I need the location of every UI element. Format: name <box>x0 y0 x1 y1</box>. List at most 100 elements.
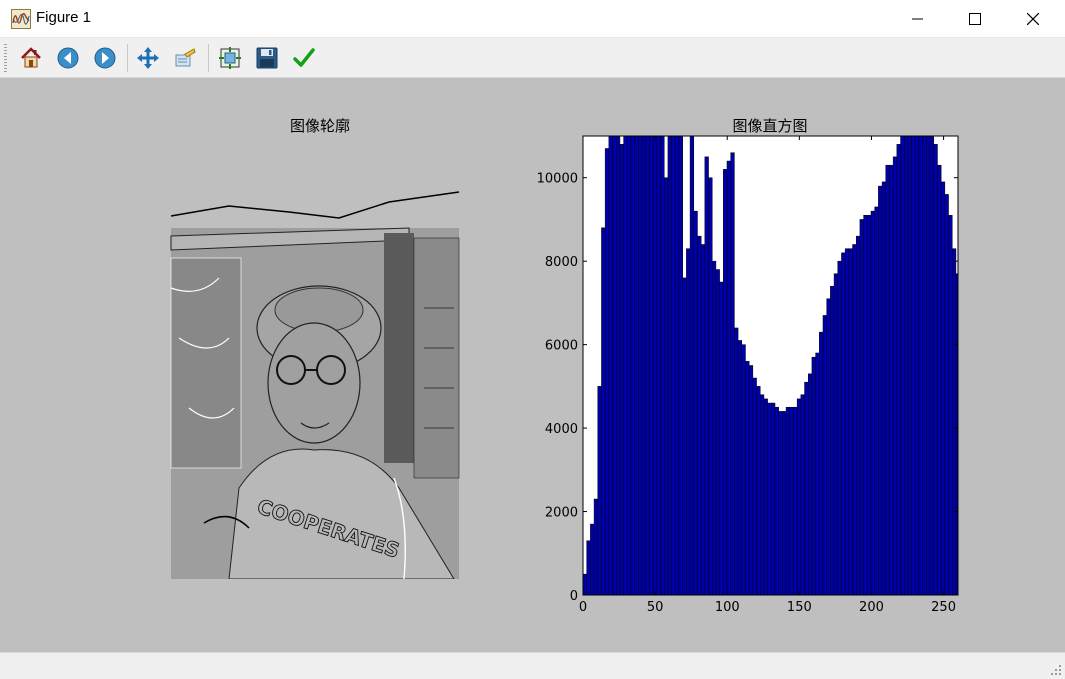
navigation-toolbar <box>0 38 1065 78</box>
maximize-icon <box>969 13 981 25</box>
histogram-bar <box>978 303 982 595</box>
close-icon <box>1027 13 1039 25</box>
save-button[interactable] <box>253 44 281 72</box>
toolbar-grip[interactable] <box>4 44 7 72</box>
histogram-bar <box>1019 261 1023 595</box>
histogram-bar <box>911 136 916 595</box>
histogram-bar <box>708 177 713 595</box>
histogram-bar <box>737 340 743 595</box>
histogram-bar <box>889 164 894 595</box>
histogram-bar <box>800 394 805 595</box>
histogram-bar <box>874 206 879 595</box>
back-button[interactable] <box>54 44 82 72</box>
histogram-bar <box>948 215 953 595</box>
histogram-bar <box>819 331 824 595</box>
histogram-bar <box>982 299 986 595</box>
histogram-bar <box>778 411 783 595</box>
histogram-bar <box>782 411 787 595</box>
histogram-bar <box>1026 274 1030 595</box>
pan-button[interactable] <box>134 44 162 72</box>
histogram-bar <box>641 136 647 595</box>
resize-grip-icon[interactable] <box>1050 664 1062 676</box>
histogram-bar <box>719 281 724 595</box>
histogram-bar <box>900 136 905 595</box>
histogram-bar <box>907 136 912 595</box>
histogram-chart[interactable]: 0 50 100 150 200 250 0 2000 4000 6000 8000 10000 <box>0 78 1065 652</box>
histogram-bar <box>726 160 731 595</box>
zoom-button[interactable] <box>171 44 199 72</box>
histogram-bar <box>660 136 665 595</box>
histogram-bar <box>937 164 942 595</box>
histogram-bar <box>811 356 816 595</box>
histogram-bar <box>619 144 624 595</box>
histogram-bar <box>967 303 971 595</box>
histogram-bar <box>1030 282 1034 595</box>
subplots-button[interactable] <box>216 44 244 72</box>
home-button[interactable] <box>17 44 45 72</box>
histogram-bar <box>645 136 650 595</box>
histogram-bar <box>689 136 695 595</box>
histogram-bar <box>656 136 661 595</box>
histogram-bar <box>855 235 861 595</box>
figure-canvas[interactable]: 图像轮廓 COOPERATES 图像直方图 0 50 100 150 200 2… <box>0 78 1065 652</box>
histogram-bar <box>881 181 887 595</box>
histogram-bar <box>989 278 993 595</box>
histogram-bar <box>922 136 927 595</box>
histogram-bar <box>1000 240 1004 595</box>
histogram-bar <box>1048 236 1052 595</box>
move-icon <box>137 47 159 69</box>
histogram-bar <box>929 136 935 595</box>
histogram-bar <box>870 210 875 595</box>
histogram-bar <box>915 136 920 595</box>
histogram-bar <box>634 136 639 595</box>
histogram-bar <box>885 164 890 595</box>
histogram-bar <box>974 311 978 595</box>
histogram-bar <box>1052 228 1056 595</box>
toolbar-separator <box>127 44 128 72</box>
x-tick-label: 150 <box>787 600 812 615</box>
histogram-bar <box>734 327 739 595</box>
close-button[interactable] <box>1004 0 1062 38</box>
y-tick-label: 2000 <box>545 506 578 521</box>
y-tick-label: 0 <box>570 589 578 604</box>
y-tick-label: 8000 <box>545 255 578 270</box>
histogram-bar <box>601 227 606 595</box>
histogram-bar <box>841 252 846 595</box>
histogram-bar <box>997 253 1001 595</box>
histogram-bar <box>771 402 776 595</box>
histogram-bar <box>748 365 754 595</box>
histogram-bar <box>1045 257 1049 595</box>
histogram-bar <box>1011 240 1015 595</box>
histogram-bar <box>903 136 909 595</box>
histogram-bar <box>663 177 669 595</box>
histogram-bar <box>649 136 654 595</box>
checkmark-icon <box>293 48 315 67</box>
histogram-bar <box>593 498 599 595</box>
histogram-bar <box>671 136 676 595</box>
edit-axis-button[interactable] <box>290 44 318 72</box>
home-icon <box>21 47 41 68</box>
histogram-bar <box>1004 240 1008 595</box>
histogram-bar <box>793 406 798 595</box>
forward-button[interactable] <box>91 44 119 72</box>
arrow-left-icon <box>57 47 79 69</box>
histogram-bar <box>697 235 702 595</box>
histogram-bar <box>844 248 850 595</box>
maximize-button[interactable] <box>946 0 1004 38</box>
histogram-bar <box>745 361 750 595</box>
status-bar <box>0 652 1065 679</box>
histogram-bar <box>1059 194 1063 595</box>
histogram-bar <box>796 398 802 595</box>
histogram-bar <box>940 181 946 595</box>
histogram-bar <box>859 219 864 595</box>
histogram-bar <box>627 136 632 595</box>
histogram-bar <box>863 215 868 595</box>
histogram-bar <box>700 244 706 595</box>
histogram-bar <box>715 269 720 595</box>
histogram-bar <box>830 285 835 595</box>
floppy-disk-icon <box>256 47 278 69</box>
histogram-bar <box>837 260 842 595</box>
configure-subplots-icon <box>219 47 241 69</box>
minimize-button[interactable] <box>889 0 947 38</box>
histogram-bar <box>630 136 635 595</box>
